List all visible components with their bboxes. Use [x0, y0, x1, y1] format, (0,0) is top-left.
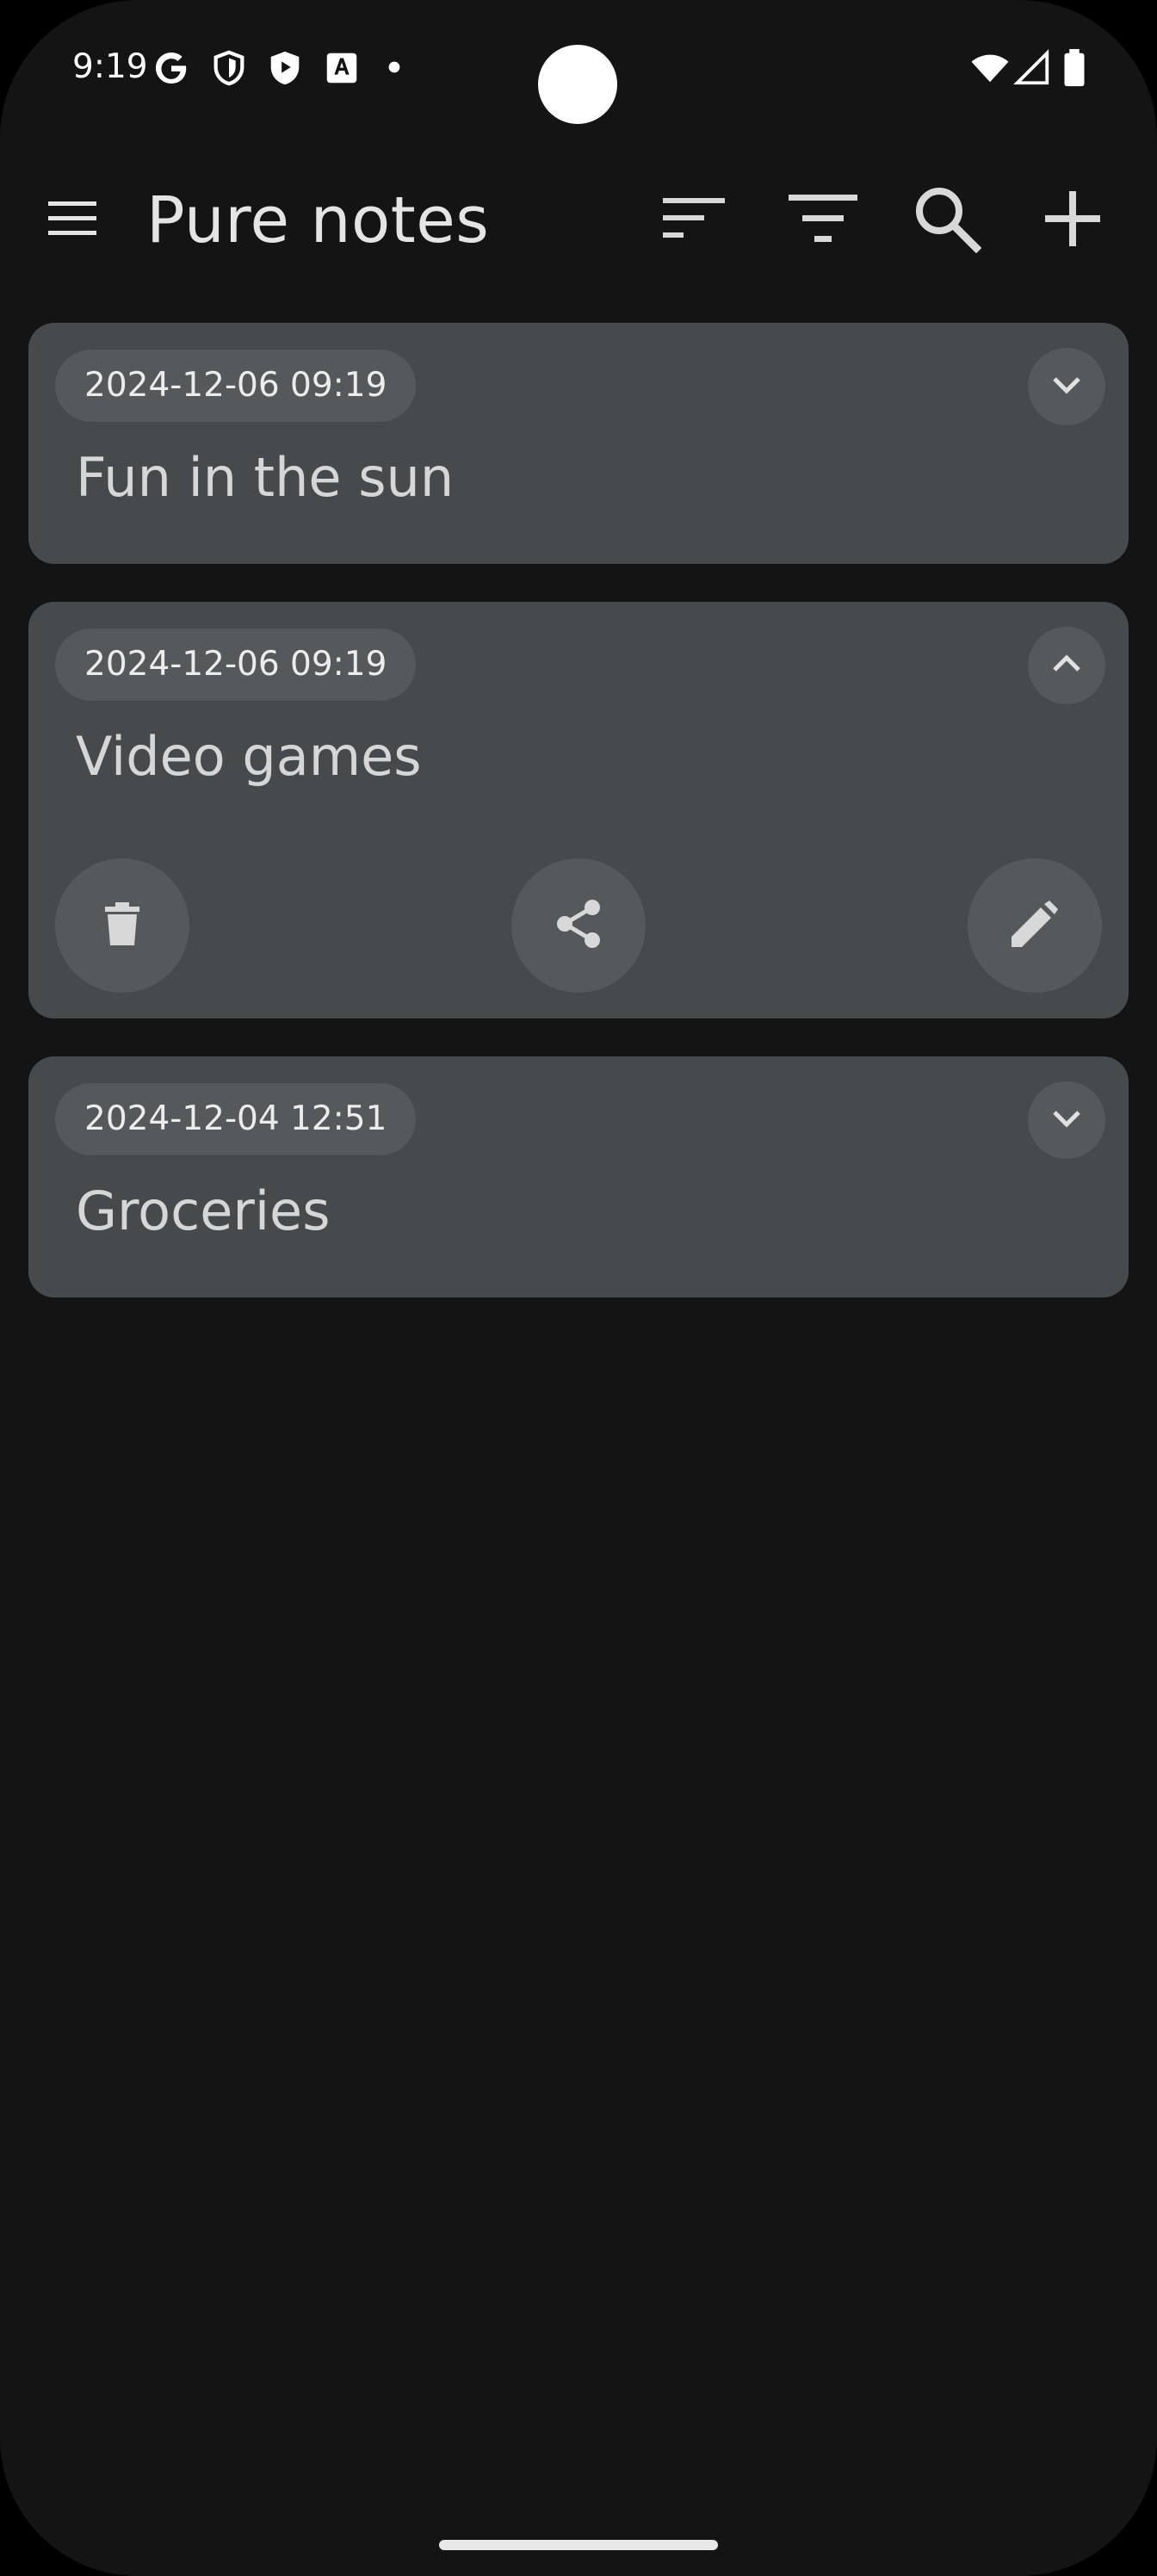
note-card[interactable]: 2024-12-06 09:19 Fun in the sun	[28, 323, 1129, 564]
note-title: Fun in the sun	[76, 446, 455, 509]
add-icon[interactable]	[1030, 176, 1116, 262]
status-bar: 9:19	[0, 0, 1157, 138]
expand-button[interactable]	[1028, 348, 1105, 425]
signal-icon	[1012, 48, 1052, 88]
note-date-chip: 2024-12-04 12:51	[55, 1083, 417, 1155]
home-indicator[interactable]	[439, 2540, 718, 2550]
page-title: Pure notes	[146, 183, 490, 257]
edit-button[interactable]	[968, 858, 1102, 993]
sort-icon[interactable]	[651, 176, 737, 262]
hamburger-menu-icon[interactable]	[29, 176, 115, 262]
wifi-icon	[968, 48, 1012, 88]
chevron-down-icon	[1051, 375, 1082, 399]
dot-icon	[387, 60, 401, 74]
shield-icon	[209, 48, 249, 88]
note-date-chip: 2024-12-06 09:19	[55, 350, 417, 422]
share-icon	[554, 898, 603, 953]
chevron-down-icon	[1051, 1108, 1082, 1132]
expand-button[interactable]	[1028, 1081, 1105, 1159]
camera-cutout	[538, 45, 617, 124]
delete-button[interactable]	[55, 858, 189, 993]
collapse-button[interactable]	[1028, 627, 1105, 704]
notes-list: 2024-12-06 09:19 Fun in the sun 2024-12-…	[28, 323, 1129, 1335]
status-time: 9:19	[72, 47, 148, 86]
chevron-up-icon	[1051, 653, 1082, 678]
app-screen: 9:19 Pure notes 2024-12-06 09:19 Fun in …	[0, 0, 1157, 2576]
note-card[interactable]: 2024-12-06 09:19 Video games	[28, 602, 1129, 1019]
battery-icon	[1059, 48, 1090, 88]
search-icon[interactable]	[904, 176, 990, 262]
translate-icon	[322, 48, 362, 88]
share-button[interactable]	[511, 858, 646, 993]
filter-icon[interactable]	[780, 176, 866, 262]
pencil-icon	[1012, 901, 1058, 951]
trash-icon	[105, 902, 139, 949]
play-protect-icon	[265, 48, 305, 88]
note-date-chip: 2024-12-06 09:19	[55, 629, 417, 701]
app-bar: Pure notes	[0, 164, 1157, 276]
note-title: Groceries	[76, 1180, 331, 1242]
google-icon	[152, 48, 191, 88]
note-card[interactable]: 2024-12-04 12:51 Groceries	[28, 1056, 1129, 1297]
note-title: Video games	[76, 725, 422, 788]
